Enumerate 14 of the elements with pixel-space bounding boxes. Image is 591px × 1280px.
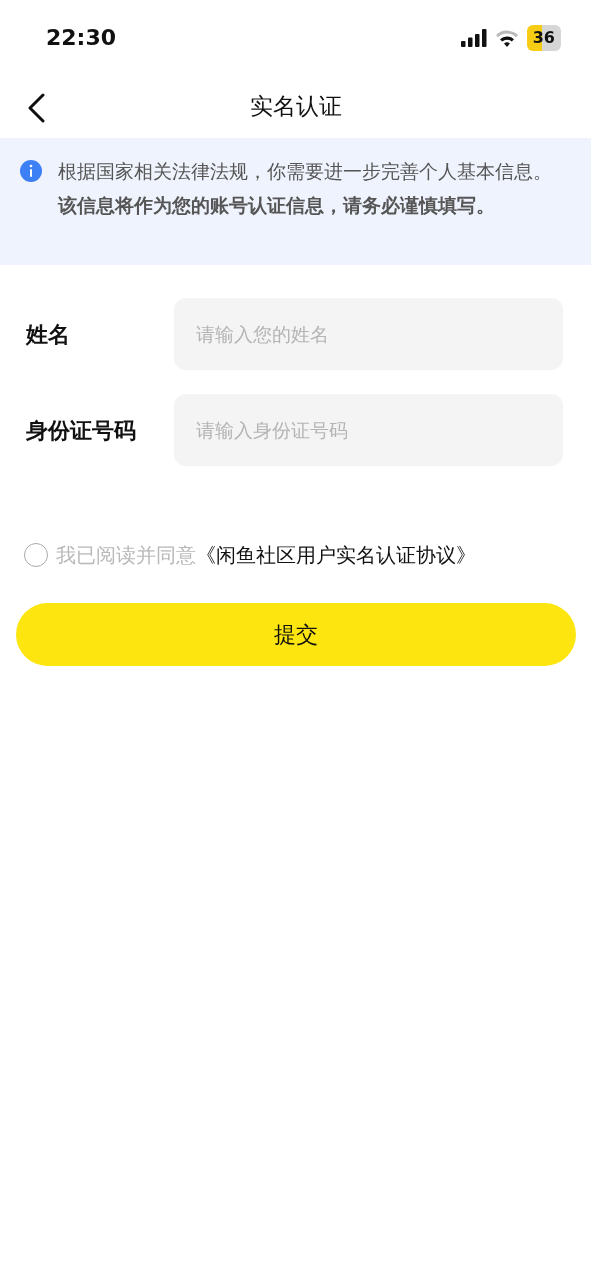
input-field[interactable]: 请输入身份证号码 <box>174 394 563 466</box>
notice-text: 根据国家相关法律法规，你需要进一步完善个人基本信息。该信息将作为您的账号认证信息，请务必谨慎填写。 <box>58 159 553 218</box>
agreement-text: 我已阅读并同意 <box>56 542 196 569</box>
page-title: 实名认证 <box>249 92 342 122</box>
signal-icon <box>460 28 487 47</box>
wifi-icon <box>494 28 519 47</box>
input-field[interactable]: 请输入您的姓名 <box>174 298 563 370</box>
agreement-link[interactable]: 《闲鱼社区用户实名认证协议》 <box>196 540 476 570</box>
back-icon[interactable] <box>26 93 46 123</box>
submit-button[interactable]: 提交 <box>15 603 576 666</box>
field-label: 姓名 <box>26 320 71 349</box>
status-time: 22:30 <box>46 24 117 52</box>
field-label: 身份证号码 <box>26 416 137 445</box>
info-icon <box>20 160 42 182</box>
